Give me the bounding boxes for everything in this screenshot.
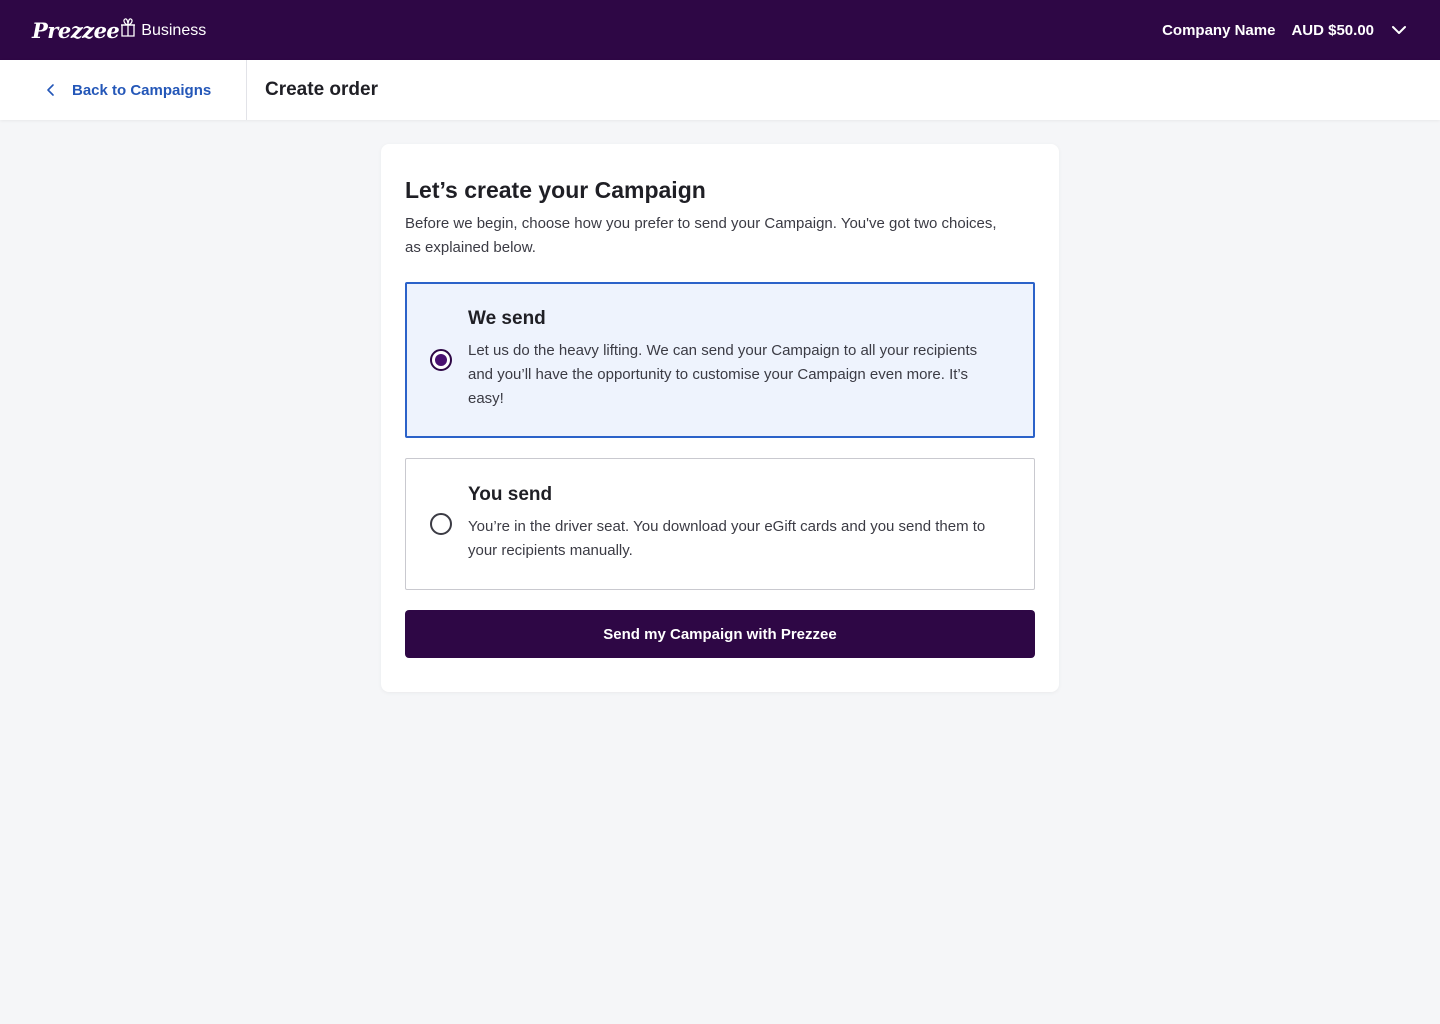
page-header: Back to Campaigns Create order	[0, 60, 1440, 120]
brand-business-label: Business	[141, 22, 207, 39]
send-campaign-button[interactable]: Send my Campaign with Prezzee	[405, 610, 1035, 658]
gift-icon	[121, 18, 136, 37]
prezzee-logo: Prezzee	[32, 17, 120, 43]
chevron-left-icon	[47, 84, 54, 96]
we-send-radio[interactable]	[430, 349, 452, 371]
option-we-send[interactable]: We send Let us do the heavy lifting. We …	[405, 282, 1035, 438]
account-menu[interactable]: Company Name AUD $50.00	[1162, 21, 1408, 39]
option-title: You send	[468, 484, 553, 505]
option-description: Let us do the heavy lifting. We can send…	[468, 342, 978, 407]
option-you-send[interactable]: You send You’re in the driver seat. You …	[405, 458, 1035, 590]
option-description: You’re in the driver seat. You download …	[468, 518, 986, 559]
page-title: Create order	[265, 79, 378, 100]
option-title: We send	[468, 308, 546, 329]
card-title: Let’s create your Campaign	[405, 177, 706, 203]
company-name: Company Name	[1162, 21, 1276, 39]
back-link-label: Back to Campaigns	[72, 81, 212, 99]
top-bar: Prezzee Business Company Name AUD $50.00	[0, 0, 1440, 60]
you-send-radio[interactable]	[430, 513, 452, 535]
card-description: Before we begin, choose how you prefer t…	[405, 215, 997, 256]
radio-selected-dot	[435, 354, 447, 366]
brand[interactable]: Prezzee Business	[32, 18, 206, 43]
campaign-method-card: Let’s create your Campaign Before we beg…	[381, 144, 1059, 692]
account-balance: AUD $50.00	[1291, 21, 1374, 39]
back-to-campaigns-link[interactable]: Back to Campaigns	[0, 60, 247, 120]
chevron-down-icon[interactable]	[1390, 21, 1408, 39]
